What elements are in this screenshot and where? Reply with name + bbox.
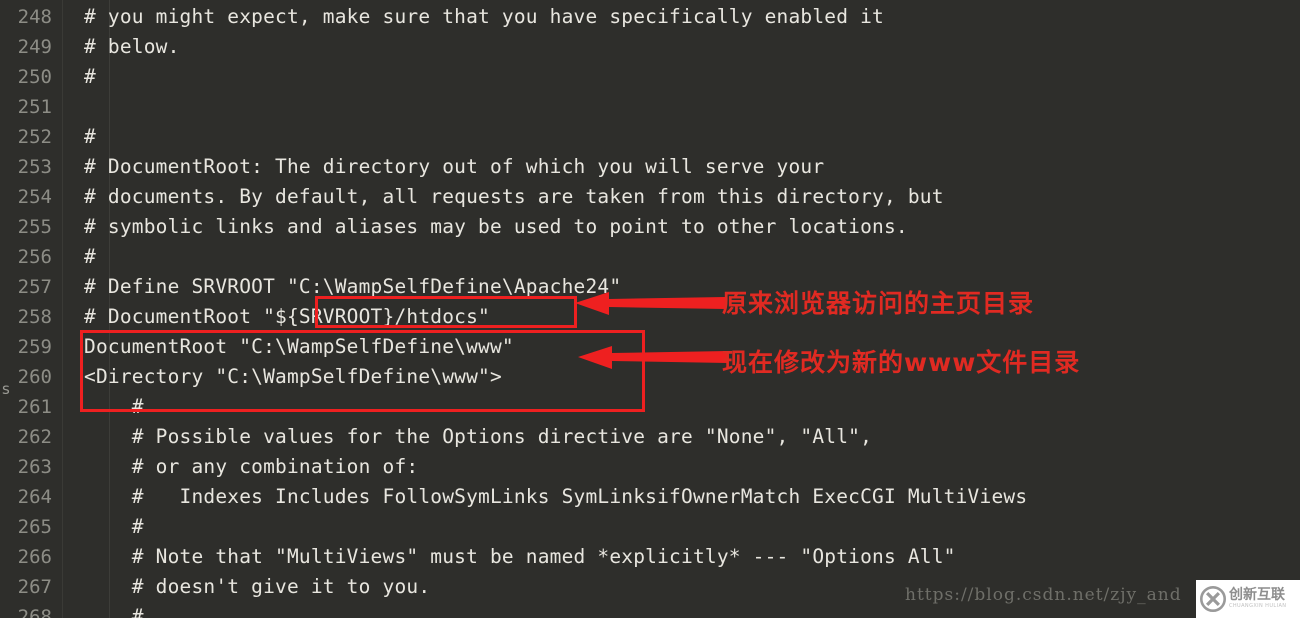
line-number: 250 xyxy=(17,66,52,88)
line-number: 258 xyxy=(17,306,52,328)
code-line[interactable]: 264 # Indexes Includes FollowSymLinks Sy… xyxy=(0,482,1300,512)
line-text: <Directory "C:\WampSelfDefine\www"> xyxy=(84,365,502,388)
line-text: # xyxy=(84,395,144,418)
code-line[interactable]: 252 # xyxy=(0,122,1300,152)
line-text: # or any combination of: xyxy=(84,455,419,478)
line-text: # Define SRVROOT "C:\WampSelfDefine\Apac… xyxy=(84,275,622,298)
code-line[interactable]: 265 # xyxy=(0,512,1300,542)
code-line[interactable]: 260 <Directory "C:\WampSelfDefine\www"> xyxy=(0,362,1300,392)
line-number: 254 xyxy=(17,186,52,208)
code-line[interactable]: 258 # DocumentRoot "${SRVROOT}/htdocs" xyxy=(0,302,1300,332)
line-text: # xyxy=(84,605,144,618)
line-number: 256 xyxy=(17,246,52,268)
code-line[interactable]: 257 # Define SRVROOT "C:\WampSelfDefine\A… xyxy=(0,272,1300,302)
line-number: 249 xyxy=(17,36,52,58)
line-number: 260 xyxy=(17,366,52,388)
logo-text-group: 创新互联 CHUANGXIN HULIAN xyxy=(1229,588,1286,610)
logo-subtitle: CHUANGXIN HULIAN xyxy=(1229,603,1287,609)
code-line[interactable]: 266 # Note that "MultiViews" must be nam… xyxy=(0,542,1300,572)
line-number: 262 xyxy=(17,426,52,448)
code-editor-area[interactable]: 248 # you might expect, make sure that yo… xyxy=(0,0,1300,618)
code-line[interactable]: 250 # xyxy=(0,62,1300,92)
line-text: DocumentRoot "C:\WampSelfDefine\www" xyxy=(84,335,514,358)
line-number: 264 xyxy=(17,486,52,508)
screenshot-root: s 248 # you might expect, make sure that … xyxy=(0,0,1300,618)
line-text: # DocumentRoot "${SRVROOT}/htdocs" xyxy=(84,305,490,328)
line-number: 251 xyxy=(17,96,52,118)
code-line[interactable]: 262 # Possible values for the Options di… xyxy=(0,422,1300,452)
line-text: # Indexes Includes FollowSymLinks SymLin… xyxy=(84,485,1028,508)
annotation-label-old-root: 原来浏览器访问的主页目录 xyxy=(722,289,1035,318)
watermark-url: https://blog.csdn.net/zjy_and xyxy=(905,585,1182,605)
annotation-label-new-root: 现在修改为新的www文件目录 xyxy=(722,348,1081,377)
circled-x-icon xyxy=(1200,586,1226,612)
line-number: 257 xyxy=(17,276,52,298)
line-number: 267 xyxy=(17,576,52,598)
line-number: 263 xyxy=(17,456,52,478)
line-number: 265 xyxy=(17,516,52,538)
line-text: # Possible values for the Options direct… xyxy=(84,425,873,448)
line-number: 255 xyxy=(17,216,52,238)
line-text: # xyxy=(84,515,144,538)
line-number: 253 xyxy=(17,156,52,178)
line-number: 259 xyxy=(17,336,52,358)
code-line[interactable]: 248 # you might expect, make sure that yo… xyxy=(0,2,1300,32)
code-line[interactable]: 255 # symbolic links and aliases may be u… xyxy=(0,212,1300,242)
line-text: # xyxy=(84,125,96,148)
code-line[interactable]: 254 # documents. By default, all requests… xyxy=(0,182,1300,212)
line-number: 252 xyxy=(17,126,52,148)
code-line[interactable]: 251 xyxy=(0,92,1300,122)
code-line[interactable]: 263 # or any combination of: xyxy=(0,452,1300,482)
line-text: # you might expect, make sure that you h… xyxy=(84,5,884,28)
line-text: # xyxy=(84,245,96,268)
line-text: # documents. By default, all requests ar… xyxy=(84,185,944,208)
line-number: 248 xyxy=(17,6,52,28)
code-line[interactable]: 261 # xyxy=(0,392,1300,422)
line-number: 268 xyxy=(17,606,52,618)
line-text: # xyxy=(84,65,96,88)
code-line[interactable]: 256 # xyxy=(0,242,1300,272)
line-text: # doesn't give it to you. xyxy=(84,575,431,598)
line-text: # Note that "MultiViews" must be named *… xyxy=(84,545,956,568)
code-line[interactable]: 253 # DocumentRoot: The directory out of … xyxy=(0,152,1300,182)
code-line[interactable]: 249 # below. xyxy=(0,32,1300,62)
line-number: 266 xyxy=(17,546,52,568)
watermark-logo-badge: 创新互联 CHUANGXIN HULIAN xyxy=(1196,580,1300,618)
logo-chinese-name: 创新互联 xyxy=(1229,587,1285,603)
line-text: # DocumentRoot: The directory out of whi… xyxy=(84,155,825,178)
line-text: # symbolic links and aliases may be used… xyxy=(84,215,908,238)
line-number: 261 xyxy=(17,396,52,418)
code-line[interactable]: 259 DocumentRoot "C:\WampSelfDefine\www" xyxy=(0,332,1300,362)
line-text: # below. xyxy=(84,35,180,58)
